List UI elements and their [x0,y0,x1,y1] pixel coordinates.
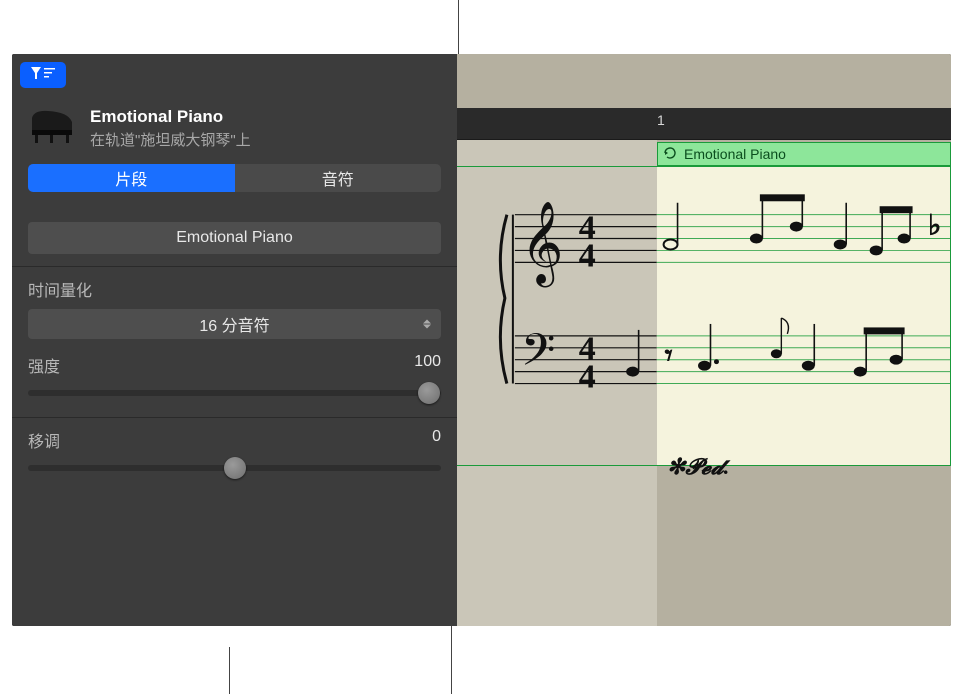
bass-clef-icon: 𝄢 [521,326,556,386]
region-inspector: Emotional Piano 在轨道"施坦威大钢琴"上 片段 音符 时间量化 … [12,54,457,626]
tab-notes-label: 音符 [322,166,354,190]
transpose-label: 移调 [28,434,60,451]
grand-staff-brace [500,215,507,384]
strength-label: 强度 [28,359,60,376]
transpose-slider[interactable] [28,456,441,480]
strength-value[interactable]: 100 [414,353,441,371]
time-sig-bot: 4 [579,237,596,274]
region-name-input[interactable] [28,222,441,254]
callout-line-transpose [229,647,230,694]
tab-notes[interactable]: 音符 [235,164,442,192]
inspector-tabs: 片段 音符 [12,158,457,202]
tab-region[interactable]: 片段 [28,164,235,192]
transpose-section: 移调 0 [12,418,457,492]
inspector-header: Emotional Piano 在轨道"施坦威大钢琴"上 [12,92,457,158]
slider-track-bg [28,390,441,396]
quantize-label: 时间量化 [28,277,441,301]
transpose-slider-thumb[interactable] [224,457,246,479]
region-title: Emotional Piano [90,107,441,127]
score-canvas[interactable]: 𝄞 𝄢 4 4 4 4 [457,166,951,466]
score-region-label: Emotional Piano [684,146,786,162]
quantize-value: 16 分音符 [199,312,269,336]
strength-slider-thumb[interactable] [418,382,440,404]
bar-ruler[interactable]: 1 [457,108,951,140]
strength-slider[interactable] [28,381,441,405]
transpose-value[interactable]: 0 [432,428,441,446]
loop-icon [664,146,678,162]
inspector-header-text: Emotional Piano 在轨道"施坦威大钢琴"上 [90,107,441,150]
quantize-section: 时间量化 16 分音符 强度 100 [12,267,457,418]
ruler-bar-1: 1 [657,112,665,128]
instrument-thumbnail [28,106,76,150]
name-section [12,202,457,267]
quantize-select[interactable]: 16 分音符 [28,309,441,339]
score-region-header[interactable]: Emotional Piano [657,142,951,166]
inspector-top-bar [12,54,457,92]
svg-text:4: 4 [579,359,596,396]
svg-text:♭: ♭ [928,211,941,242]
updown-stepper-icon [423,320,431,329]
editor-window: Emotional Piano 在轨道"施坦威大钢琴"上 片段 音符 时间量化 … [12,54,951,626]
treble-clef-icon: 𝄞 [521,201,563,287]
pedal-marking: ✻𝓟𝓮𝓭. [667,454,729,480]
grand-piano-icon [28,108,76,149]
score-editor[interactable]: 1 Emotional Piano [457,54,951,626]
region-subtitle: 在轨道"施坦威大钢琴"上 [90,129,441,150]
tab-region-label: 片段 [115,166,147,190]
svg-text:𝄾: 𝄾 [665,340,673,373]
funnel-icon [29,65,57,86]
filter-button[interactable] [20,62,66,88]
music-notation: 𝄞 𝄢 4 4 4 4 [457,167,950,465]
